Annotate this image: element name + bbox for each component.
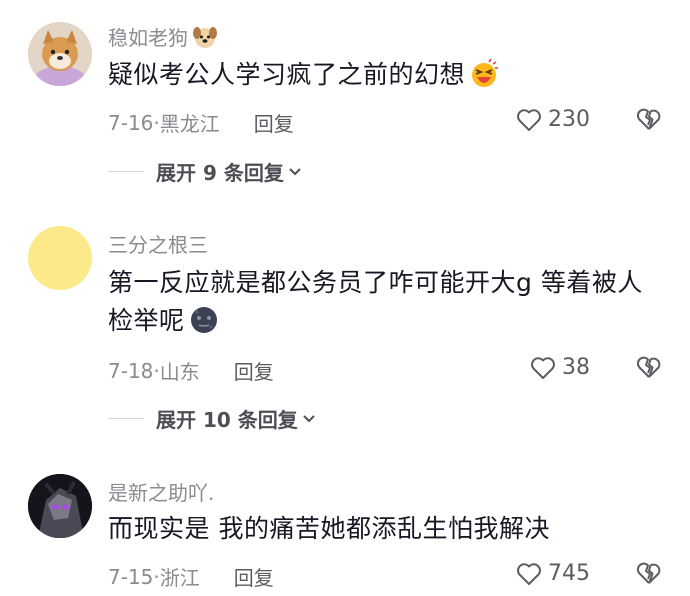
comment-text-line-2: 检举呢 (108, 304, 668, 344)
broken-heart-icon (636, 108, 661, 130)
username[interactable]: 三分之根三 (108, 229, 208, 258)
comment-text-content: 疑似考公人学习疯了之前的幻想 (108, 60, 466, 89)
dog-face-icon (192, 24, 218, 50)
comment-date: 7-15 (108, 564, 154, 589)
comment-date: 7-16 (108, 110, 154, 135)
like-count: 38 (562, 355, 590, 380)
reply-button[interactable]: 回复 (234, 356, 274, 385)
divider-line (108, 418, 144, 419)
reply-button[interactable]: 回复 (254, 108, 294, 137)
expand-replies-button[interactable]: 展开 9 条回复 (108, 157, 302, 186)
new-moon-face-emoji (189, 305, 219, 344)
comment-item: 稳如老狗 疑似考公人学习疯了之前的幻想 7-16 · 黑龙江 回复 230 展开… (0, 0, 690, 200)
comment-location: 浙江 (159, 566, 200, 590)
comment-date: 7-18 (108, 358, 154, 383)
avatar[interactable] (28, 22, 92, 86)
username[interactable]: 是新之助吖. (108, 477, 214, 506)
dislike-button[interactable] (636, 107, 662, 135)
divider-line (108, 171, 144, 172)
heart-icon (517, 562, 541, 585)
expand-replies-button[interactable]: 展开 10 条回复 (108, 404, 316, 433)
avatar[interactable] (28, 226, 92, 290)
like-count: 745 (548, 561, 590, 586)
broken-heart-icon (636, 562, 661, 584)
comment-meta: 7-15 · 浙江 回复 (108, 562, 274, 591)
comment-text: 疑似考公人学习疯了之前的幻想 (108, 58, 668, 98)
comment-item: 是新之助吖. 而现实是 我的痛苦她都添乱生怕我解决 7-15 · 浙江 回复 745 (0, 440, 690, 596)
like-button[interactable]: 230 (516, 107, 590, 132)
comment-meta: 7-16 · 黑龙江 回复 (108, 108, 294, 137)
laughing-tears-emoji (469, 58, 499, 98)
chevron-down-icon (303, 414, 315, 422)
comment-username-row[interactable]: 是新之助吖. (108, 477, 214, 506)
comment-username-row[interactable]: 三分之根三 (108, 229, 208, 258)
expand-replies-label: 展开 9 条回复 (156, 161, 284, 185)
dislike-button[interactable] (636, 561, 662, 589)
broken-heart-icon (636, 356, 661, 378)
comment-location: 黑龙江 (159, 112, 220, 136)
dislike-button[interactable] (636, 355, 662, 383)
comment-text-line: 第一反应就是都公务员了咋可能开大g 等着被人 (108, 268, 643, 297)
comment-location: 山东 (159, 360, 200, 384)
like-button[interactable]: 745 (516, 561, 590, 586)
expand-replies-label: 展开 10 条回复 (156, 408, 298, 432)
avatar[interactable] (28, 474, 92, 538)
comment-meta: 7-18 · 山东 回复 (108, 356, 274, 385)
heart-icon (517, 108, 541, 131)
chevron-down-icon (289, 167, 301, 175)
comment-text: 而现实是 我的痛苦她都添乱生怕我解决 (108, 512, 668, 546)
comment-text: 第一反应就是都公务员了咋可能开大g 等着被人 检举呢 (108, 266, 668, 344)
username[interactable]: 稳如老狗 (108, 22, 188, 51)
like-button[interactable]: 38 (530, 355, 590, 380)
comment-item: 三分之根三 第一反应就是都公务员了咋可能开大g 等着被人 检举呢 7-18 · 山东… (0, 200, 690, 440)
reply-button[interactable]: 回复 (234, 562, 274, 591)
comment-text-content: 而现实是 我的痛苦她都添乱生怕我解决 (108, 514, 550, 543)
heart-icon (531, 356, 555, 379)
comment-text-content: 检举呢 (108, 306, 185, 335)
comment-username-row[interactable]: 稳如老狗 (108, 22, 218, 51)
like-count: 230 (548, 107, 590, 132)
